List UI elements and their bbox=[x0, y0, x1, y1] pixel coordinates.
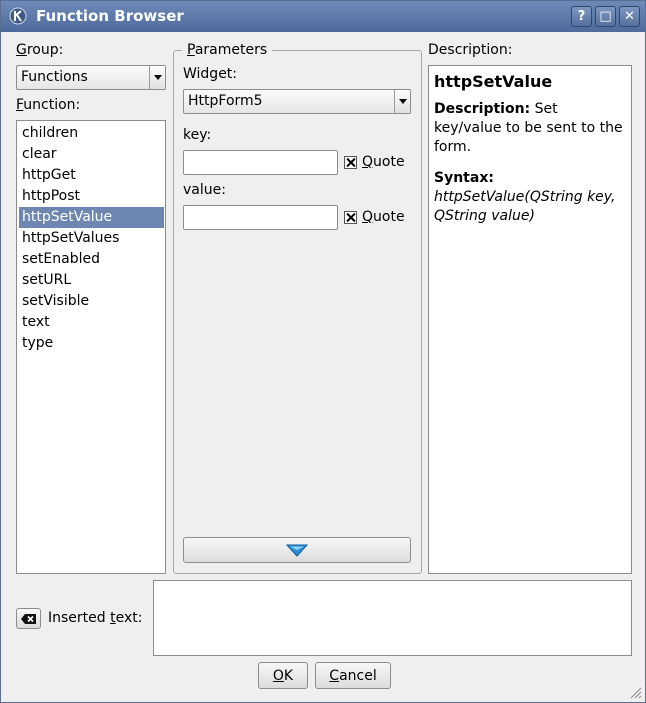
maximize-button[interactable]: □ bbox=[595, 6, 616, 27]
description-heading: httpSetValue bbox=[434, 72, 553, 91]
help-icon: ? bbox=[577, 9, 586, 24]
key-quote-checkbox[interactable] bbox=[344, 156, 357, 169]
description-text: Description: Set key/value to be sent to… bbox=[434, 101, 623, 155]
list-item[interactable]: httpPost bbox=[19, 186, 164, 207]
parameters-title: Parameters bbox=[182, 42, 273, 58]
list-item[interactable]: clear bbox=[19, 144, 164, 165]
function-label: Function: bbox=[16, 97, 81, 113]
value-input[interactable] bbox=[183, 205, 338, 230]
group-label: Group: bbox=[16, 42, 64, 58]
ok-button[interactable]: OK bbox=[258, 662, 308, 689]
maximize-icon: □ bbox=[599, 9, 612, 24]
chevron-down-icon[interactable] bbox=[149, 66, 165, 89]
list-item[interactable]: httpGet bbox=[19, 165, 164, 186]
key-quote-label[interactable]: Quote bbox=[362, 154, 405, 170]
clear-text-icon bbox=[21, 613, 36, 624]
expand-button[interactable] bbox=[183, 537, 411, 563]
value-label: value: bbox=[183, 182, 226, 198]
window-title: Function Browser bbox=[36, 7, 184, 25]
list-item[interactable]: setEnabled bbox=[19, 249, 164, 270]
list-item[interactable]: httpSetValues bbox=[19, 228, 164, 249]
group-combo[interactable]: Functions bbox=[16, 65, 166, 90]
title-bar[interactable]: Function Browser ? □ ✕ bbox=[1, 1, 645, 32]
insert-clear-button[interactable] bbox=[16, 608, 41, 629]
list-item[interactable]: setVisible bbox=[19, 291, 164, 312]
help-button[interactable]: ? bbox=[571, 6, 592, 27]
description-panel: httpSetValue Description: Set key/value … bbox=[428, 65, 632, 574]
inserted-text-area[interactable] bbox=[153, 580, 632, 656]
syntax-text: Syntax: httpSetValue(QString key, QString… bbox=[434, 170, 616, 224]
list-item-selected[interactable]: httpSetValue bbox=[19, 207, 164, 228]
widget-label: Widget: bbox=[183, 66, 238, 82]
widget-combo-value: HttpForm5 bbox=[188, 93, 263, 109]
app-icon bbox=[9, 7, 27, 25]
widget-combo[interactable]: HttpForm5 bbox=[183, 89, 411, 114]
value-quote-checkbox[interactable] bbox=[344, 211, 357, 224]
chevron-down-icon[interactable] bbox=[394, 90, 410, 113]
key-input[interactable] bbox=[183, 150, 338, 175]
resize-grip-icon[interactable] bbox=[630, 687, 642, 699]
close-button[interactable]: ✕ bbox=[619, 6, 640, 27]
list-item[interactable]: children bbox=[19, 123, 164, 144]
group-combo-value: Functions bbox=[21, 69, 88, 85]
list-item[interactable]: setURL bbox=[19, 270, 164, 291]
key-label: key: bbox=[183, 127, 212, 143]
arrow-down-icon bbox=[285, 544, 309, 557]
list-item[interactable]: text bbox=[19, 312, 164, 333]
inserted-text-label: Inserted text: bbox=[48, 610, 143, 626]
close-icon: ✕ bbox=[624, 9, 635, 24]
list-item[interactable]: type bbox=[19, 333, 164, 354]
function-browser-window: Function Browser ? □ ✕ Group: Functions … bbox=[0, 0, 646, 703]
cancel-button[interactable]: Cancel bbox=[315, 662, 391, 689]
description-label: Description: bbox=[428, 42, 513, 58]
value-quote-label[interactable]: Quote bbox=[362, 209, 405, 225]
function-list[interactable]: children clear httpGet httpPost httpSetV… bbox=[16, 120, 166, 574]
